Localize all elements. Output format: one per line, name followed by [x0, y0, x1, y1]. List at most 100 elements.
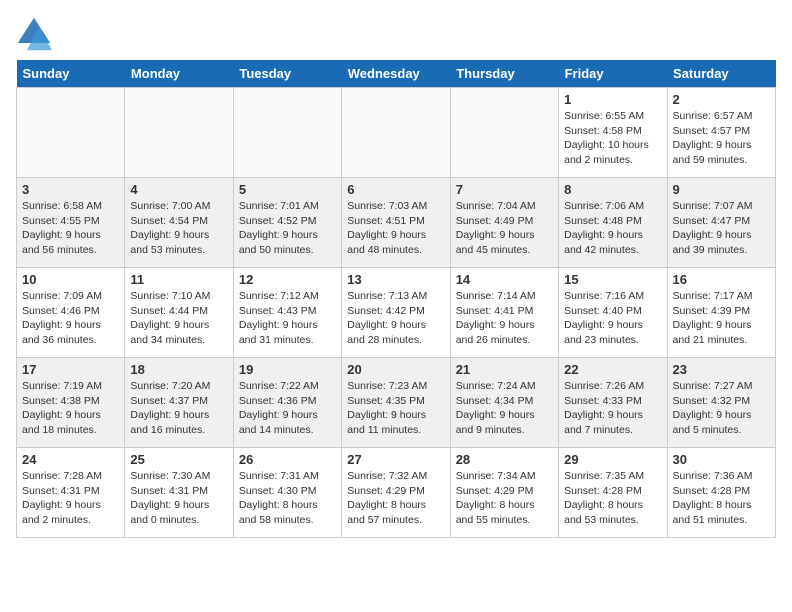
calendar-cell: 12 Sunrise: 7:12 AM Sunset: 4:43 PM Dayli…: [233, 268, 341, 358]
day-info: Sunrise: 7:06 AM Sunset: 4:48 PM Dayligh…: [564, 199, 661, 258]
calendar-cell: 7 Sunrise: 7:04 AM Sunset: 4:49 PM Daylig…: [450, 178, 558, 268]
day-info: Sunrise: 7:35 AM Sunset: 4:28 PM Dayligh…: [564, 469, 661, 528]
day-number: 16: [673, 272, 770, 287]
calendar-day-header: Monday: [125, 60, 233, 88]
day-number: 28: [456, 452, 553, 467]
day-info: Sunrise: 7:34 AM Sunset: 4:29 PM Dayligh…: [456, 469, 553, 528]
day-number: 2: [673, 92, 770, 107]
calendar-day-header: Thursday: [450, 60, 558, 88]
calendar-cell: [342, 88, 450, 178]
calendar-cell: 1 Sunrise: 6:55 AM Sunset: 4:58 PM Daylig…: [559, 88, 667, 178]
day-info: Sunrise: 7:03 AM Sunset: 4:51 PM Dayligh…: [347, 199, 444, 258]
calendar-cell: [125, 88, 233, 178]
day-number: 27: [347, 452, 444, 467]
day-number: 20: [347, 362, 444, 377]
calendar-cell: 17Sunrise: 7:19 AM Sunset: 4:38 PM Dayli…: [17, 358, 125, 448]
calendar-cell: 18 Sunrise: 7:20 AM Sunset: 4:37 PM Dayli…: [125, 358, 233, 448]
calendar-week-row: 3 Sunrise: 6:58 AM Sunset: 4:55 PM Daylig…: [17, 178, 776, 268]
calendar-cell: 13 Sunrise: 7:13 AM Sunset: 4:42 PM Dayli…: [342, 268, 450, 358]
day-info: Sunrise: 7:09 AM Sunset: 4:46 PM Dayligh…: [22, 289, 119, 348]
day-number: 26: [239, 452, 336, 467]
day-info: Sunrise: 7:31 AM Sunset: 4:30 PM Dayligh…: [239, 469, 336, 528]
calendar-cell: 8 Sunrise: 7:06 AM Sunset: 4:48 PM Daylig…: [559, 178, 667, 268]
day-info: Sunrise: 7:00 AM Sunset: 4:54 PM Dayligh…: [130, 199, 227, 258]
day-number: 25: [130, 452, 227, 467]
day-number: 14: [456, 272, 553, 287]
day-info: Sunrise: 7:32 AM Sunset: 4:29 PM Dayligh…: [347, 469, 444, 528]
day-info: Sunrise: 7:16 AM Sunset: 4:40 PM Dayligh…: [564, 289, 661, 348]
calendar-cell: 9Sunrise: 7:07 AM Sunset: 4:47 PM Daylig…: [667, 178, 775, 268]
day-number: 1: [564, 92, 661, 107]
day-number: 7: [456, 182, 553, 197]
day-number: 21: [456, 362, 553, 377]
day-info: Sunrise: 7:36 AM Sunset: 4:28 PM Dayligh…: [673, 469, 770, 528]
calendar-cell: 21Sunrise: 7:24 AM Sunset: 4:34 PM Dayli…: [450, 358, 558, 448]
calendar-cell: [17, 88, 125, 178]
day-info: Sunrise: 7:12 AM Sunset: 4:43 PM Dayligh…: [239, 289, 336, 348]
day-info: Sunrise: 7:01 AM Sunset: 4:52 PM Dayligh…: [239, 199, 336, 258]
day-number: 10: [22, 272, 119, 287]
calendar-week-row: 17Sunrise: 7:19 AM Sunset: 4:38 PM Dayli…: [17, 358, 776, 448]
day-number: 22: [564, 362, 661, 377]
day-number: 13: [347, 272, 444, 287]
day-number: 12: [239, 272, 336, 287]
calendar-cell: 27 Sunrise: 7:32 AM Sunset: 4:29 PM Dayli…: [342, 448, 450, 538]
day-number: 3: [22, 182, 119, 197]
day-info: Sunrise: 7:26 AM Sunset: 4:33 PM Dayligh…: [564, 379, 661, 438]
calendar-week-row: 1 Sunrise: 6:55 AM Sunset: 4:58 PM Daylig…: [17, 88, 776, 178]
calendar-cell: [233, 88, 341, 178]
calendar-day-header: Wednesday: [342, 60, 450, 88]
header: [16, 16, 776, 52]
day-info: Sunrise: 7:23 AM Sunset: 4:35 PM Dayligh…: [347, 379, 444, 438]
calendar-cell: 6 Sunrise: 7:03 AM Sunset: 4:51 PM Daylig…: [342, 178, 450, 268]
day-number: 17: [22, 362, 119, 377]
calendar-week-row: 24Sunrise: 7:28 AM Sunset: 4:31 PM Dayli…: [17, 448, 776, 538]
calendar-cell: 19 Sunrise: 7:22 AM Sunset: 4:36 PM Dayli…: [233, 358, 341, 448]
day-info: Sunrise: 6:55 AM Sunset: 4:58 PM Dayligh…: [564, 109, 661, 168]
day-info: Sunrise: 7:07 AM Sunset: 4:47 PM Dayligh…: [673, 199, 770, 258]
calendar-cell: 10 Sunrise: 7:09 AM Sunset: 4:46 PM Dayli…: [17, 268, 125, 358]
day-info: Sunrise: 7:13 AM Sunset: 4:42 PM Dayligh…: [347, 289, 444, 348]
calendar-cell: 3 Sunrise: 6:58 AM Sunset: 4:55 PM Daylig…: [17, 178, 125, 268]
calendar-cell: [450, 88, 558, 178]
day-number: 8: [564, 182, 661, 197]
day-info: Sunrise: 6:58 AM Sunset: 4:55 PM Dayligh…: [22, 199, 119, 258]
day-number: 5: [239, 182, 336, 197]
day-number: 6: [347, 182, 444, 197]
calendar-cell: 11 Sunrise: 7:10 AM Sunset: 4:44 PM Dayli…: [125, 268, 233, 358]
calendar-cell: 5 Sunrise: 7:01 AM Sunset: 4:52 PM Daylig…: [233, 178, 341, 268]
day-number: 18: [130, 362, 227, 377]
day-info: Sunrise: 7:17 AM Sunset: 4:39 PM Dayligh…: [673, 289, 770, 348]
calendar-cell: 25 Sunrise: 7:30 AM Sunset: 4:31 PM Dayli…: [125, 448, 233, 538]
calendar-cell: 30Sunrise: 7:36 AM Sunset: 4:28 PM Dayli…: [667, 448, 775, 538]
day-info: Sunrise: 6:57 AM Sunset: 4:57 PM Dayligh…: [673, 109, 770, 168]
day-info: Sunrise: 7:28 AM Sunset: 4:31 PM Dayligh…: [22, 469, 119, 528]
logo-icon: [16, 16, 52, 52]
calendar-day-header: Friday: [559, 60, 667, 88]
day-info: Sunrise: 7:14 AM Sunset: 4:41 PM Dayligh…: [456, 289, 553, 348]
calendar-cell: 14 Sunrise: 7:14 AM Sunset: 4:41 PM Dayli…: [450, 268, 558, 358]
day-number: 23: [673, 362, 770, 377]
calendar-day-header: Tuesday: [233, 60, 341, 88]
calendar-cell: 24Sunrise: 7:28 AM Sunset: 4:31 PM Dayli…: [17, 448, 125, 538]
calendar-week-row: 10 Sunrise: 7:09 AM Sunset: 4:46 PM Dayli…: [17, 268, 776, 358]
day-number: 15: [564, 272, 661, 287]
calendar-header-row: SundayMondayTuesdayWednesdayThursdayFrid…: [17, 60, 776, 88]
day-info: Sunrise: 7:27 AM Sunset: 4:32 PM Dayligh…: [673, 379, 770, 438]
calendar-cell: 16 Sunrise: 7:17 AM Sunset: 4:39 PM Dayli…: [667, 268, 775, 358]
calendar-cell: 15 Sunrise: 7:16 AM Sunset: 4:40 PM Dayli…: [559, 268, 667, 358]
day-info: Sunrise: 7:22 AM Sunset: 4:36 PM Dayligh…: [239, 379, 336, 438]
calendar-cell: 23 Sunrise: 7:27 AM Sunset: 4:32 PM Dayli…: [667, 358, 775, 448]
calendar-cell: 28 Sunrise: 7:34 AM Sunset: 4:29 PM Dayli…: [450, 448, 558, 538]
calendar-body: 1 Sunrise: 6:55 AM Sunset: 4:58 PM Daylig…: [17, 88, 776, 538]
day-info: Sunrise: 7:20 AM Sunset: 4:37 PM Dayligh…: [130, 379, 227, 438]
day-number: 11: [130, 272, 227, 287]
day-number: 19: [239, 362, 336, 377]
day-number: 4: [130, 182, 227, 197]
calendar-day-header: Saturday: [667, 60, 775, 88]
day-info: Sunrise: 7:10 AM Sunset: 4:44 PM Dayligh…: [130, 289, 227, 348]
day-info: Sunrise: 7:04 AM Sunset: 4:49 PM Dayligh…: [456, 199, 553, 258]
calendar-cell: 4 Sunrise: 7:00 AM Sunset: 4:54 PM Daylig…: [125, 178, 233, 268]
day-info: Sunrise: 7:30 AM Sunset: 4:31 PM Dayligh…: [130, 469, 227, 528]
calendar-cell: 2 Sunrise: 6:57 AM Sunset: 4:57 PM Daylig…: [667, 88, 775, 178]
